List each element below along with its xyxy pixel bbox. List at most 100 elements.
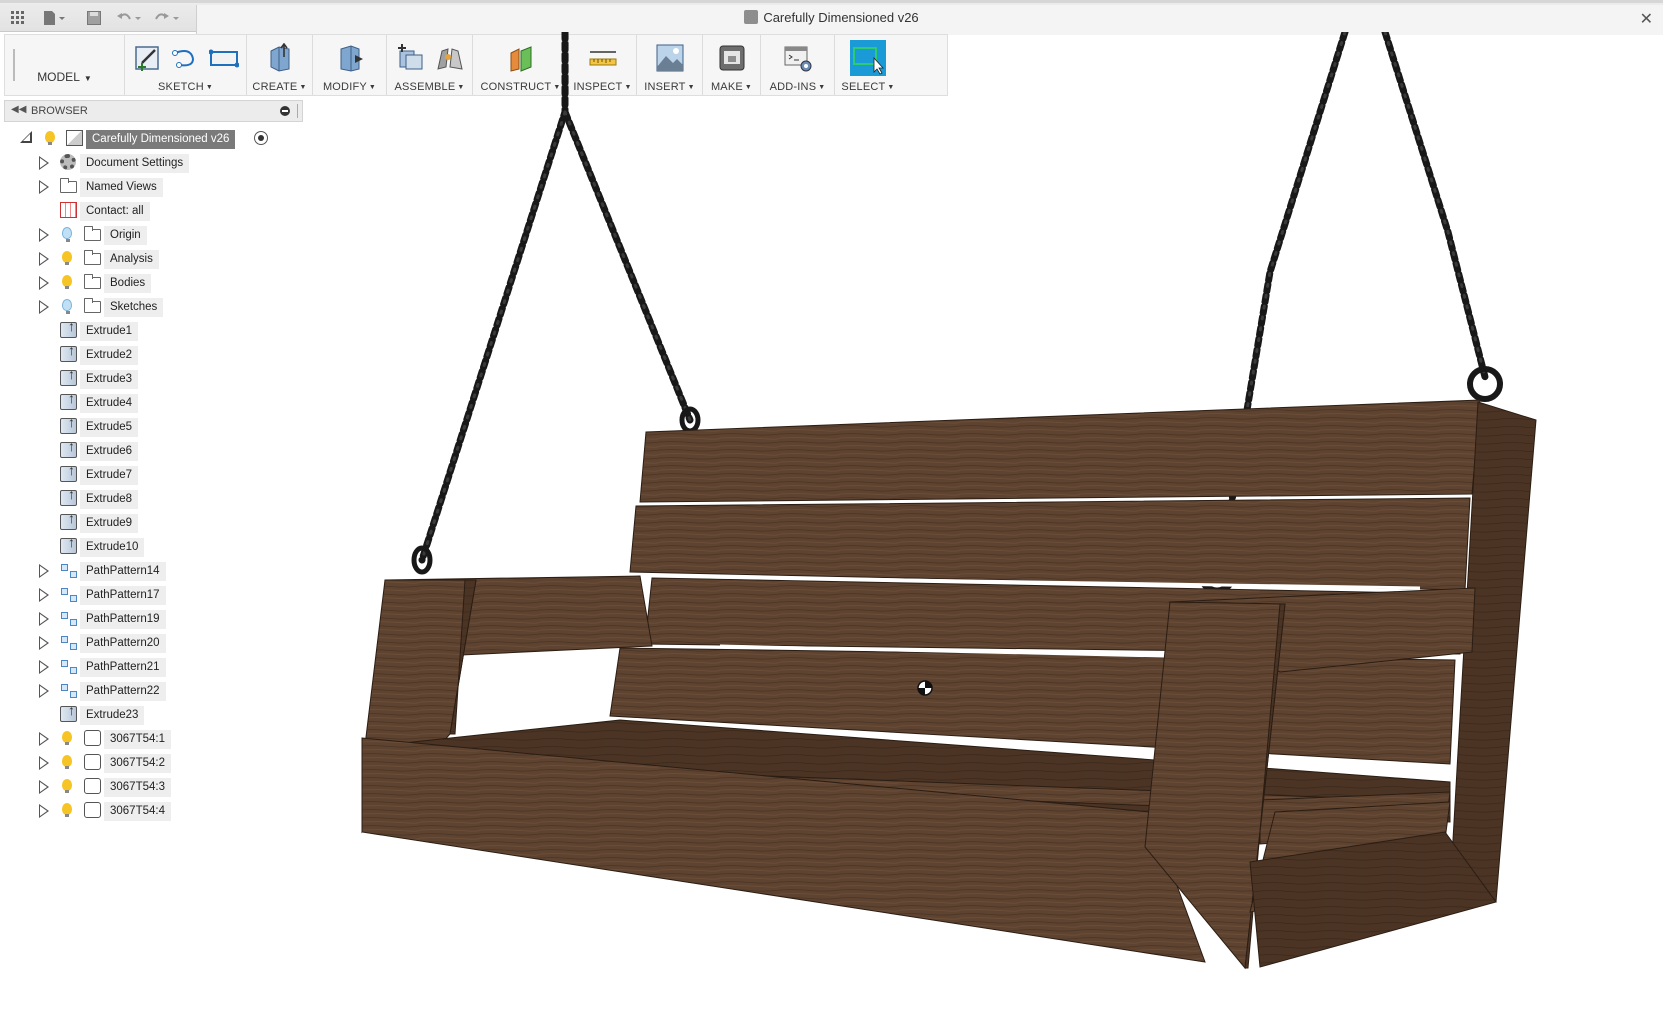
component-instance-icon (84, 802, 101, 818)
timeline-feature[interactable]: Extrude2 (0, 342, 300, 367)
workspace-switcher[interactable]: MODEL ▼ (5, 35, 125, 95)
timeline-feature[interactable]: Extrude8 (0, 486, 300, 511)
tree-item-label[interactable]: Contact: all (80, 202, 150, 221)
rectangle-icon[interactable] (208, 43, 239, 73)
extrude-feature-icon (60, 486, 77, 506)
tree-item[interactable]: 3067T54:1 (0, 727, 300, 751)
tree-item[interactable]: Sketches (0, 295, 300, 319)
expand-triangle-icon[interactable] (39, 804, 49, 818)
feature-label[interactable]: Extrude1 (80, 322, 139, 341)
feature-label[interactable]: PathPattern20 (80, 634, 166, 653)
expand-triangle-icon[interactable] (39, 252, 49, 266)
expand-triangle-icon[interactable] (39, 780, 49, 794)
activate-component-icon[interactable] (254, 131, 268, 145)
porch-swing-model[interactable] (300, 32, 1663, 1031)
root-component-label[interactable]: Carefully Dimensioned v26 (86, 130, 236, 149)
timeline-feature[interactable]: Extrude7 (0, 462, 300, 487)
expand-triangle-icon[interactable] (39, 228, 49, 242)
feature-label[interactable]: PathPattern14 (80, 562, 166, 581)
feature-label[interactable]: Extrude4 (80, 394, 139, 413)
visibility-bulb-icon[interactable] (62, 227, 72, 242)
close-icon[interactable]: ✕ (1640, 9, 1653, 29)
timeline-feature[interactable]: Extrude1 (0, 318, 300, 343)
tree-item-label[interactable]: Analysis (104, 250, 159, 269)
tree-item[interactable]: Contact: all (0, 199, 300, 223)
tree-item[interactable]: Analysis (0, 247, 300, 271)
timeline-feature[interactable]: Extrude10 (0, 534, 300, 559)
timeline-feature[interactable]: Extrude5 (0, 414, 300, 439)
expand-triangle-icon[interactable] (39, 732, 49, 746)
timeline-feature[interactable]: Extrude3 (0, 366, 300, 391)
tree-item-label[interactable]: Bodies (104, 274, 152, 293)
expand-triangle-icon[interactable] (39, 660, 49, 674)
tree-item-label[interactable]: Named Views (80, 178, 163, 197)
timeline-feature[interactable]: PathPattern22 (0, 679, 300, 703)
tree-item[interactable]: 3067T54:4 (0, 799, 300, 823)
tree-item[interactable]: Origin (0, 223, 300, 247)
extrude-feature-icon (60, 510, 77, 530)
tree-item-label[interactable]: Origin (104, 226, 147, 245)
visibility-bulb-icon[interactable] (62, 755, 72, 769)
tree-item-label[interactable]: 3067T54:3 (104, 778, 171, 797)
feature-label[interactable]: Extrude8 (80, 490, 139, 509)
expand-triangle-icon[interactable] (39, 684, 49, 698)
timeline-feature[interactable]: PathPattern21 (0, 655, 300, 679)
visibility-bulb-icon[interactable] (62, 299, 72, 314)
tree-item[interactable]: 3067T54:2 (0, 751, 300, 775)
feature-label[interactable]: Extrude10 (80, 538, 145, 557)
feature-label[interactable]: Extrude9 (80, 514, 139, 533)
sketch-group[interactable]: SKETCH ▼ (125, 35, 247, 95)
extrude-icon[interactable] (265, 43, 295, 73)
visibility-bulb-icon[interactable] (62, 779, 72, 793)
timeline-feature[interactable]: Extrude4 (0, 390, 300, 415)
feature-label[interactable]: Extrude2 (80, 346, 139, 365)
toolbar-grip[interactable] (13, 49, 15, 81)
visibility-bulb-icon[interactable] (62, 251, 72, 265)
timeline-feature[interactable]: Extrude23 (0, 702, 300, 727)
tree-item[interactable]: Bodies (0, 271, 300, 295)
tree-item[interactable]: 3067T54:3 (0, 775, 300, 799)
expand-triangle-icon[interactable] (39, 564, 49, 578)
feature-label[interactable]: PathPattern22 (80, 682, 166, 701)
expand-triangle-icon[interactable] (39, 636, 49, 650)
timeline-feature[interactable]: PathPattern17 (0, 583, 300, 607)
visibility-bulb-icon[interactable] (62, 731, 72, 745)
minimize-panel-icon[interactable] (280, 106, 290, 116)
feature-label[interactable]: Extrude6 (80, 442, 139, 461)
timeline-feature[interactable]: Extrude9 (0, 510, 300, 535)
collapse-panel-icon[interactable]: ◀◀ (11, 104, 26, 115)
tree-item-label[interactable]: 3067T54:1 (104, 730, 171, 749)
expand-triangle-icon[interactable] (39, 300, 49, 314)
visibility-bulb-icon[interactable] (62, 275, 72, 289)
expand-triangle-icon[interactable] (39, 588, 49, 602)
collapse-triangle-icon[interactable] (20, 131, 32, 143)
tree-item-label[interactable]: 3067T54:2 (104, 754, 171, 773)
feature-label[interactable]: Extrude5 (80, 418, 139, 437)
create-sketch-icon[interactable] (133, 43, 163, 73)
expand-triangle-icon[interactable] (39, 612, 49, 626)
feature-label[interactable]: PathPattern17 (80, 586, 166, 605)
expand-triangle-icon[interactable] (39, 756, 49, 770)
timeline-feature[interactable]: PathPattern19 (0, 607, 300, 631)
tree-item-label[interactable]: Sketches (104, 298, 164, 317)
timeline-feature[interactable]: PathPattern20 (0, 631, 300, 655)
tree-item[interactable]: Named Views (0, 175, 300, 199)
visibility-bulb-icon[interactable] (62, 803, 72, 817)
line-icon[interactable] (171, 43, 201, 73)
tree-item-label[interactable]: 3067T54:4 (104, 802, 171, 821)
feature-label[interactable]: Extrude7 (80, 466, 139, 485)
tree-root-row[interactable]: Carefully Dimensioned v26 (0, 127, 300, 151)
tree-item-label[interactable]: Document Settings (80, 154, 190, 173)
3d-viewport[interactable] (300, 32, 1663, 1031)
expand-triangle-icon[interactable] (39, 276, 49, 290)
expand-triangle-icon[interactable] (39, 180, 49, 194)
feature-label[interactable]: PathPattern21 (80, 658, 166, 677)
tree-item[interactable]: Document Settings (0, 151, 300, 175)
feature-label[interactable]: Extrude3 (80, 370, 139, 389)
timeline-feature[interactable]: Extrude6 (0, 438, 300, 463)
timeline-feature[interactable]: PathPattern14 (0, 559, 300, 583)
visibility-bulb-icon[interactable] (45, 131, 55, 145)
feature-label[interactable]: PathPattern19 (80, 610, 166, 629)
expand-triangle-icon[interactable] (39, 156, 49, 170)
feature-label[interactable]: Extrude23 (80, 706, 145, 725)
